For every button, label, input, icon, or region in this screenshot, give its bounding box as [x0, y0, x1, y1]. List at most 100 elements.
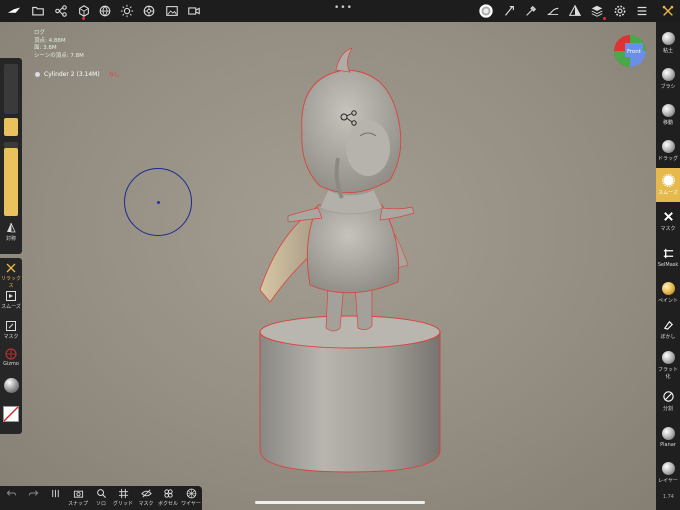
- drag-icon: [661, 140, 675, 153]
- smooth-label: スムーズ: [1, 304, 21, 310]
- picker-icon[interactable]: [523, 3, 539, 19]
- folder-icon[interactable]: [30, 3, 46, 19]
- voxel-button[interactable]: ボクセル: [157, 488, 179, 507]
- tool-label: 粘土: [662, 48, 673, 54]
- intensity-slider-fill[interactable]: [4, 148, 18, 216]
- tool-split[interactable]: 分割: [656, 384, 680, 418]
- object-eye-icon[interactable]: [34, 70, 41, 78]
- tool-flatten[interactable]: フラット化: [656, 348, 680, 382]
- material-icon[interactable]: [141, 3, 157, 19]
- selected-object-line[interactable]: Cylinder 2 (3.14M) なし: [34, 70, 120, 78]
- wireframe-icon: [186, 488, 196, 499]
- tool-smooth[interactable]: スムーズ: [656, 168, 680, 202]
- solo-label: ソロ: [95, 501, 106, 507]
- view-cube[interactable]: Front: [613, 34, 647, 68]
- window-menu-dots[interactable]: •••: [334, 3, 353, 13]
- tool-label: マスク: [660, 226, 676, 232]
- history-icon: [51, 489, 59, 498]
- tool-clay[interactable]: 粘土: [656, 26, 680, 60]
- info-line: ログ: [34, 30, 46, 36]
- scene-tree-icon[interactable]: [53, 3, 69, 19]
- voxel-label: ボクセル: [157, 501, 178, 507]
- wireframe-button[interactable]: ワイヤー: [180, 488, 202, 507]
- mask-bottom-label: マスク: [138, 501, 154, 507]
- tool-move[interactable]: 移動: [656, 98, 680, 132]
- radius-slider[interactable]: [4, 64, 18, 114]
- mask-label: マスク: [3, 334, 19, 340]
- falloff-icon[interactable]: [545, 3, 561, 19]
- tool-blur[interactable]: ぼかし: [656, 312, 680, 346]
- brush-icon: [661, 68, 675, 81]
- move-icon: [661, 104, 675, 117]
- alpha-icon[interactable]: [567, 3, 583, 19]
- video-icon[interactable]: [186, 3, 202, 19]
- tool-planar[interactable]: Planar: [656, 420, 680, 454]
- nomad-logo-icon[interactable]: [6, 3, 22, 19]
- smooth-icon: [6, 291, 16, 301]
- symmetry-icon: [7, 222, 16, 233]
- tool-label: ブラシ: [660, 84, 676, 90]
- info-line: 面: 3.8M: [34, 45, 57, 51]
- selected-object-name: Cylinder 2 (3.14M): [44, 70, 100, 78]
- gizmo-button[interactable]: Gizmo: [0, 348, 22, 367]
- tool-selmask[interactable]: SelMask: [656, 240, 680, 274]
- relax-button[interactable]: リラックス: [0, 262, 22, 289]
- light-icon[interactable]: [119, 3, 135, 19]
- tool-label: SelMask: [657, 261, 679, 268]
- redo-icon: [28, 490, 38, 496]
- tool-label: ペイント: [657, 298, 678, 304]
- tool-brush[interactable]: ブラシ: [656, 62, 680, 96]
- history-button[interactable]: [44, 488, 66, 500]
- viewport-model[interactable]: [240, 40, 460, 476]
- color-swatch-button[interactable]: [0, 406, 22, 423]
- smooth-toggle-button[interactable]: スムーズ: [0, 290, 22, 310]
- matcap-sphere-icon: [3, 378, 19, 393]
- tool-layer[interactable]: レイヤー: [656, 456, 680, 490]
- wireframe-label: ワイヤー: [181, 501, 201, 507]
- gizmo-label: Gizmo: [3, 361, 19, 367]
- voxel-icon: [163, 489, 173, 498]
- flatten-icon: [661, 350, 675, 364]
- matcap-sphere-button[interactable]: [0, 378, 22, 393]
- globe-icon[interactable]: [97, 3, 113, 19]
- smooth-tool-icon: [661, 174, 675, 187]
- tool-label: 分割: [662, 406, 673, 412]
- brush-preset-icon[interactable]: [477, 2, 495, 20]
- blur-icon: [663, 320, 673, 330]
- grid-button[interactable]: グリッド: [112, 488, 134, 507]
- stroke-icon[interactable]: [501, 3, 517, 19]
- mask-toggle-button[interactable]: マスク: [0, 320, 22, 340]
- tool-label: レイヤー: [658, 478, 678, 484]
- radius-slider-thumb[interactable]: [4, 118, 18, 136]
- tool-mask[interactable]: マスク: [656, 204, 680, 238]
- eye-off-icon: [140, 489, 152, 498]
- notification-dot: [82, 17, 85, 20]
- home-indicator: [255, 501, 425, 504]
- undo-icon: [6, 490, 16, 496]
- bottom-toolbar: スナップ ソロ グリッド マスク ボクセル ワイヤー: [0, 486, 202, 510]
- tool-label: ドラッグ: [657, 156, 678, 162]
- solo-button[interactable]: ソロ: [90, 488, 112, 507]
- layer-icon: [661, 462, 675, 475]
- scene-info: ログ 頂点: 4.88M 面: 3.8M シーンの頂点: 7.8M: [34, 30, 84, 60]
- symmetry-button[interactable]: 対称: [0, 222, 22, 242]
- info-line: 頂点: 4.88M: [34, 37, 66, 44]
- tool-label: 移動: [662, 120, 673, 126]
- menu-list-icon[interactable]: [634, 3, 650, 19]
- snap-button[interactable]: スナップ: [67, 488, 89, 507]
- tool-drag[interactable]: ドラッグ: [656, 134, 680, 168]
- left-tool-panel: リラックス スムーズ マスク Gizmo: [0, 258, 22, 434]
- tools-icon[interactable]: [660, 3, 676, 19]
- undo-button[interactable]: [0, 488, 22, 500]
- solo-search-icon: [96, 489, 106, 499]
- snap-label: スナップ: [67, 501, 88, 507]
- image-icon[interactable]: [164, 3, 180, 19]
- tool-paint[interactable]: ペイント: [656, 276, 680, 310]
- redo-button[interactable]: [22, 488, 44, 500]
- left-slider-panel: 対称: [0, 58, 22, 254]
- brush-cursor-center: [157, 201, 160, 204]
- tool-label: フラット化: [657, 366, 678, 380]
- settings-gear-icon[interactable]: [612, 3, 628, 19]
- grid-label: グリッド: [112, 501, 133, 507]
- mask-visibility-button[interactable]: マスク: [135, 488, 157, 507]
